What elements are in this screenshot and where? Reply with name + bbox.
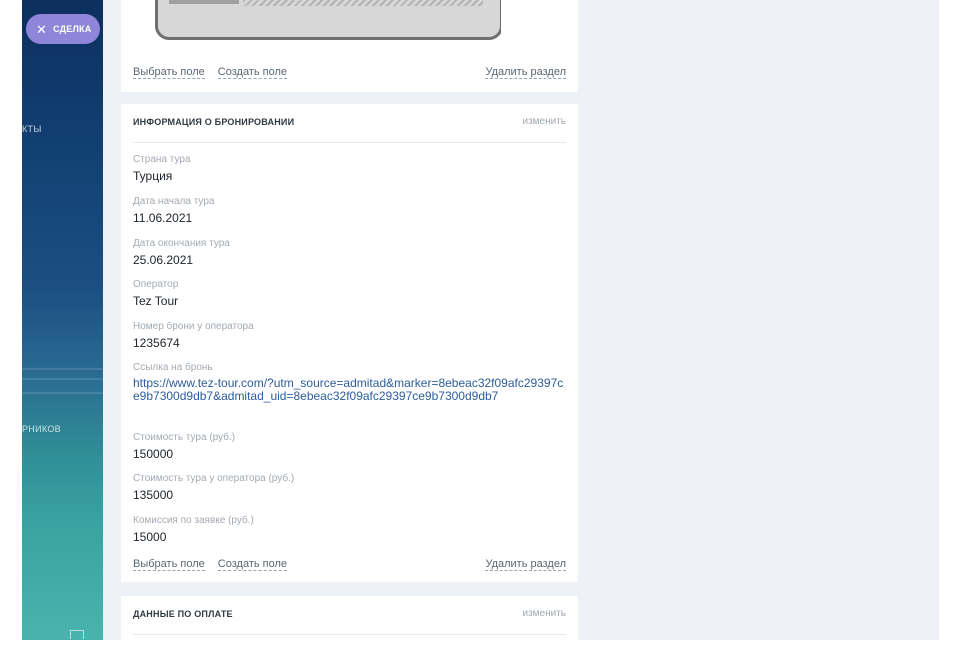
image-preview <box>133 0 501 49</box>
sidebar-bottom-icon[interactable] <box>70 630 84 639</box>
field-label: Оператор <box>133 279 179 290</box>
field-value: 25.06.2021 <box>133 253 194 267</box>
card-image-section: Выбрать поле Создать поле Удалить раздел <box>121 0 578 92</box>
field-booking-link: Ссылка на бронь https://www.tez-tour.com… <box>133 362 566 402</box>
sidebar-item-contacts[interactable]: КТЫ <box>22 124 42 134</box>
field-operator: Оператор Tez Tour <box>133 279 566 309</box>
field-operator-price: Стоимость тура у оператора (руб.) 135000 <box>133 473 566 503</box>
sidebar-nav <box>22 0 103 640</box>
card-actions: Выбрать поле Создать поле Удалить раздел <box>133 66 566 80</box>
card-image-stripe <box>169 0 239 4</box>
card-image <box>155 0 501 40</box>
field-value: 15000 <box>133 530 167 544</box>
field-value: 1235674 <box>133 336 180 350</box>
edit-button[interactable]: изменить <box>522 116 566 127</box>
card-image-hatch <box>243 0 483 6</box>
field-label: Стоимость тура у оператора (руб.) <box>133 473 295 484</box>
field-label: Дата окончания тура <box>133 238 230 249</box>
left-edge <box>0 0 22 640</box>
deal-close-button[interactable]: ✕ СДЕЛКА <box>26 14 100 44</box>
field-tour-country: Страна тура Турция <box>133 154 566 184</box>
field-commission: Комиссия по заявке (руб.) 15000 <box>133 515 566 545</box>
sidebar-item-employees[interactable]: РНИКОВ <box>22 424 61 434</box>
field-label: Стоимость тура (руб.) <box>133 432 236 443</box>
booking-link[interactable]: https://www.tez-tour.com/?utm_source=adm… <box>133 377 566 402</box>
create-field-button[interactable]: Создать поле <box>217 66 288 79</box>
card-booking-info: ИНФОРМАЦИЯ О БРОНИРОВАНИИ изменить Стран… <box>121 104 578 582</box>
card-header: ДАННЫЕ ПО ОПЛАТЕ изменить <box>133 596 566 635</box>
select-field-button[interactable]: Выбрать поле <box>133 66 205 79</box>
sidebar-decor-line <box>22 392 103 394</box>
field-value: 11.06.2021 <box>133 211 193 225</box>
deal-label: СДЕЛКА <box>53 24 92 34</box>
field-value: 135000 <box>133 488 174 502</box>
field-label: Номер брони у оператора <box>133 321 254 332</box>
right-edge <box>939 0 960 640</box>
field-value: Tez Tour <box>133 294 179 308</box>
section-title: ИНФОРМАЦИЯ О БРОНИРОВАНИИ <box>133 117 295 127</box>
delete-section-button[interactable]: Удалить раздел <box>485 66 566 79</box>
sidebar-decor-line <box>22 378 103 380</box>
field-tour-end-date: Дата окончания тура 25.06.2021 <box>133 238 566 268</box>
field-tour-price: Стоимость тура (руб.) 150000 <box>133 432 566 462</box>
delete-section-button[interactable]: Удалить раздел <box>485 558 566 571</box>
field-value: Турция <box>133 169 173 183</box>
field-operator-booking-number: Номер брони у оператора 1235674 <box>133 321 566 351</box>
select-field-button[interactable]: Выбрать поле <box>133 558 205 571</box>
field-label: Дата начала тура <box>133 196 215 207</box>
card-header: ИНФОРМАЦИЯ О БРОНИРОВАНИИ изменить <box>133 104 566 143</box>
field-label: Комиссия по заявке (руб.) <box>133 515 254 526</box>
field-value: 150000 <box>133 447 174 461</box>
card-actions: Выбрать поле Создать поле Удалить раздел <box>133 558 566 572</box>
field-tour-start-date: Дата начала тура 11.06.2021 <box>133 196 566 226</box>
edit-button[interactable]: изменить <box>522 608 566 619</box>
sidebar-decor-line <box>22 368 103 370</box>
section-title: ДАННЫЕ ПО ОПЛАТЕ <box>133 609 233 619</box>
create-field-button[interactable]: Создать поле <box>217 558 288 571</box>
field-label: Страна тура <box>133 154 191 165</box>
close-icon: ✕ <box>36 21 48 37</box>
card-payment-info: ДАННЫЕ ПО ОПЛАТЕ изменить <box>121 596 578 656</box>
field-label: Ссылка на бронь <box>133 362 213 373</box>
